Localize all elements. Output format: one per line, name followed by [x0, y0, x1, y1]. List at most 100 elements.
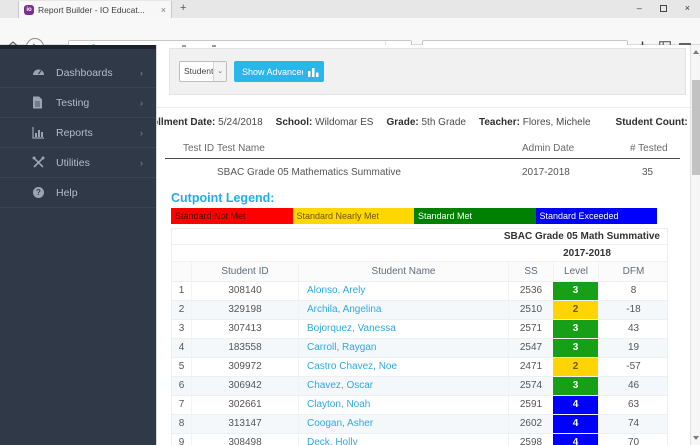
sidebar-item-dashboards[interactable]: Dashboards ›	[0, 58, 156, 88]
row-num: 2	[172, 301, 191, 319]
gauge-icon	[32, 66, 45, 79]
chevron-right-icon: ›	[140, 68, 143, 78]
num-tested-value: 35	[642, 167, 653, 178]
scroll-up-icon[interactable]	[693, 50, 699, 54]
table-row: 9 308498 Deck, Holly 2598 4 70	[172, 433, 667, 445]
close-button[interactable]: ×	[685, 0, 690, 16]
section-divider	[157, 107, 690, 108]
chevron-right-icon: ›	[140, 98, 143, 108]
minimize-button[interactable]: –	[637, 0, 642, 16]
table-row: 5 309972 Castro Chavez, Noe 2471 2 -57	[172, 357, 667, 376]
tab-bar: io Report Builder - IO Educat... × + – ×	[0, 0, 700, 18]
legend-standard-exceeded: Standard Exceeded	[536, 208, 658, 224]
student-name-link[interactable]: Chavez, Oscar	[298, 377, 508, 395]
student-name-link[interactable]: Carroll, Raygan	[298, 339, 508, 357]
ss-value: 2547	[508, 339, 553, 357]
ss-value: 2598	[508, 434, 553, 445]
level-badge: 2	[553, 301, 598, 319]
student-name-link[interactable]: Archila, Angelina	[298, 301, 508, 319]
sidebar-label: Testing	[56, 97, 89, 109]
browser-window: io Report Builder - IO Educat... × + – ×…	[0, 0, 700, 445]
row-num: 1	[172, 282, 191, 300]
chevron-right-icon: ›	[140, 158, 143, 168]
row-num: 9	[172, 434, 191, 445]
test-table-header: Test ID Test Name Admin Date # Tested	[165, 138, 680, 159]
dfm-value: 43	[598, 320, 667, 338]
col-ss: SS	[508, 262, 553, 281]
maximize-button[interactable]	[660, 5, 667, 12]
bar-chart-icon	[308, 67, 319, 77]
sidebar-header-strip	[0, 45, 156, 49]
level-badge: 4	[553, 434, 598, 445]
app-sidebar: Dashboards › Testing › Reports ›	[0, 45, 157, 445]
page-scrollbar[interactable]	[690, 45, 700, 445]
sidebar-item-testing[interactable]: Testing ›	[0, 88, 156, 118]
row-num: 5	[172, 358, 191, 376]
sidebar-label: Help	[56, 187, 78, 199]
col-level: Level	[553, 262, 598, 281]
site-favicon-icon: io	[24, 5, 34, 15]
tab-report-builder[interactable]: io Report Builder - IO Educat... ×	[18, 1, 172, 18]
table-row: 2 329198 Archila, Angelina 2510 2 -18	[172, 300, 667, 319]
sidebar-label: Reports	[56, 127, 93, 139]
sidebar-item-reports[interactable]: Reports ›	[0, 118, 156, 148]
clipped-element-fragment	[182, 45, 186, 47]
ss-value: 2571	[508, 320, 553, 338]
ss-value: 2574	[508, 377, 553, 395]
sidebar-item-utilities[interactable]: Utilities ›	[0, 148, 156, 178]
col-num	[172, 262, 191, 281]
student-id: 308498	[191, 434, 298, 445]
ss-value: 2591	[508, 396, 553, 414]
window-controls: – ×	[637, 0, 690, 16]
scrollbar-thumb[interactable]	[692, 80, 700, 175]
table-body: 1 308140 Alonso, Arely 2536 3 8 2 329198…	[172, 281, 667, 445]
dfm-value: -18	[598, 301, 667, 319]
row-num: 3	[172, 320, 191, 338]
table-row: 6 306942 Chavez, Oscar 2574 3 46	[172, 376, 667, 395]
chart-view-button[interactable]	[303, 61, 324, 82]
clipped-element-fragment	[212, 45, 216, 47]
table-row: 8 313147 Coogan, Asher 2602 4 74	[172, 414, 667, 433]
col-test-name: Test Name	[217, 143, 265, 154]
col-admin-date: Admin Date	[522, 143, 574, 154]
table-row: 7 302661 Clayton, Noah 2591 4 63	[172, 395, 667, 414]
cutpoint-legend-bar: Standard Not Met Standard Nearly Met Sta…	[171, 208, 657, 224]
legend-standard-met: Standard Met	[414, 208, 536, 224]
row-num: 6	[172, 377, 191, 395]
table-year-row: 2017-2018	[172, 244, 667, 261]
report-scope-select[interactable]: Student ⌄	[179, 61, 227, 82]
report-scope-value: Student	[180, 62, 213, 81]
dfm-value: -57	[598, 358, 667, 376]
level-badge: 3	[553, 377, 598, 395]
student-id: 302661	[191, 396, 298, 414]
row-num: 4	[172, 339, 191, 357]
help-icon: ?	[32, 186, 45, 199]
tab-close-icon[interactable]: ×	[161, 5, 166, 15]
student-name-link[interactable]: Deck, Holly	[298, 434, 508, 445]
svg-text:?: ?	[36, 188, 41, 197]
ss-value: 2602	[508, 415, 553, 433]
student-id: 329198	[191, 301, 298, 319]
col-student-id: Student ID	[191, 262, 298, 281]
student-id: 183558	[191, 339, 298, 357]
ss-value: 2471	[508, 358, 553, 376]
chevron-down-icon: ⌄	[213, 62, 226, 81]
student-name-link[interactable]: Bojorquez, Vanessa	[298, 320, 508, 338]
student-name-link[interactable]: Castro Chavez, Noe	[298, 358, 508, 376]
student-name-link[interactable]: Clayton, Noah	[298, 396, 508, 414]
new-tab-button[interactable]: +	[180, 2, 186, 14]
report-toolbar: Student ⌄ Show Advanced	[169, 48, 686, 95]
admin-date-value: 2017-2018	[522, 167, 570, 178]
report-content: Student ⌄ Show Advanced Enrollment Date:…	[157, 45, 690, 445]
summary-label: Teacher:	[479, 117, 520, 128]
sidebar-item-help[interactable]: ? Help	[0, 178, 156, 208]
scroll-down-icon[interactable]	[693, 436, 699, 440]
student-name-link[interactable]: Coogan, Asher	[298, 415, 508, 433]
student-name-link[interactable]: Alonso, Arely	[298, 282, 508, 300]
navigation-bar: i https://www.eadms.com/EADMSX/Reports/S…	[0, 18, 700, 45]
sidebar-menu: Dashboards › Testing › Reports ›	[0, 58, 156, 208]
col-test-id: Test ID	[183, 143, 214, 154]
row-num: 8	[172, 415, 191, 433]
cutpoint-legend-title: Cutpoint Legend:	[171, 191, 274, 205]
student-id: 306942	[191, 377, 298, 395]
